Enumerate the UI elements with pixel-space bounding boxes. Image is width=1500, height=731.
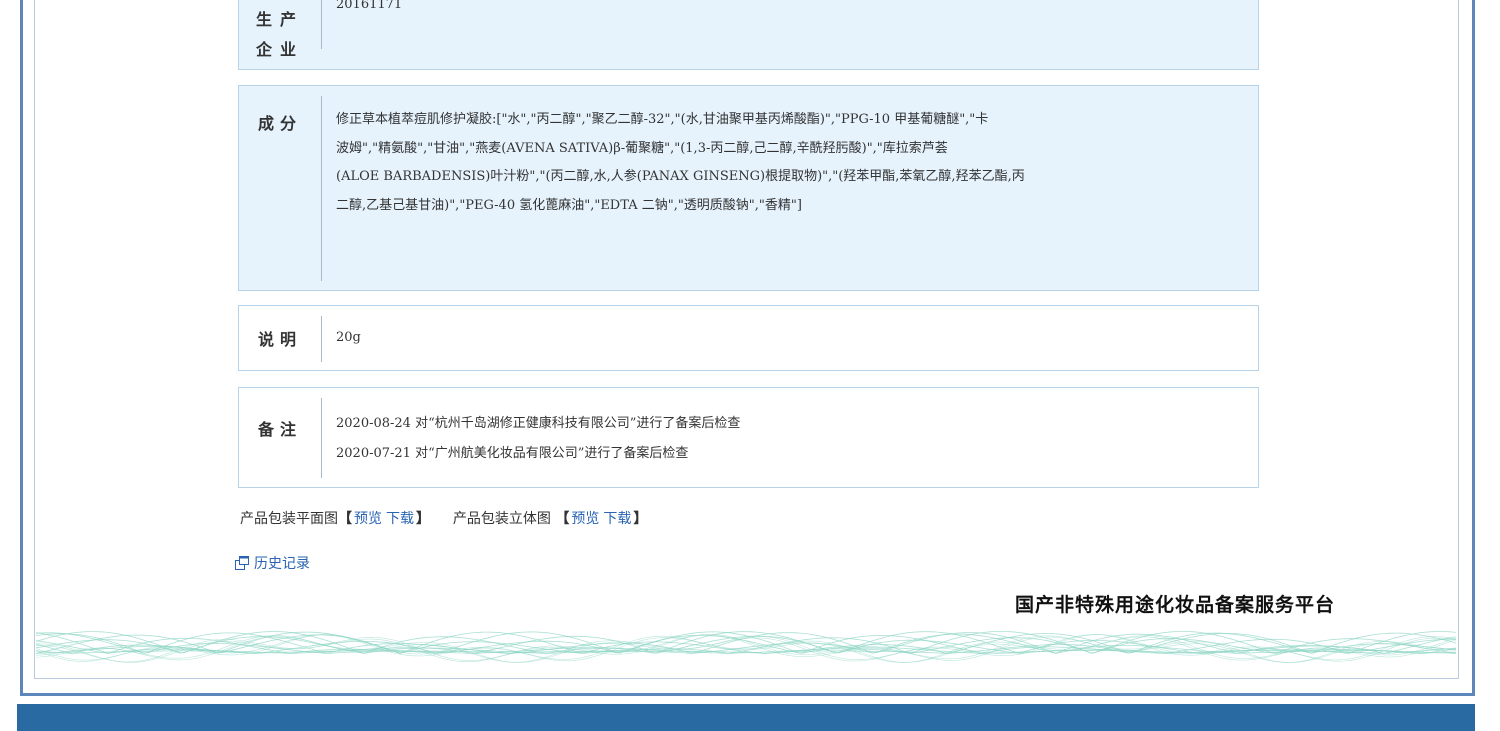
label-divider	[321, 398, 322, 478]
producer-value: 20161171	[336, 0, 403, 12]
ingredients-panel: 成分 修正草本植萃痘肌修护凝胶:["水","丙二醇","聚乙二醇-32","(水…	[238, 85, 1259, 291]
description-value: 20g	[336, 330, 361, 345]
description-label: 说明	[257, 330, 302, 349]
notes-text: 2020-08-24 对“杭州千岛湖修正健康科技有限公司”进行了备案后检查 20…	[336, 409, 1240, 469]
producer-panel: 生产 企业 20161171	[238, 0, 1259, 70]
flat-download-link[interactable]: 下载	[386, 511, 414, 527]
notes-label: 备注	[257, 420, 302, 439]
close-bracket: 】	[416, 511, 430, 527]
solid-image-label: 产品包装立体图	[452, 511, 551, 527]
history-label: 历史记录	[254, 556, 310, 572]
ingredients-text: 修正草本植萃痘肌修护凝胶:["水","丙二醇","聚乙二醇-32","(水,甘油…	[336, 106, 1240, 220]
notes-panel: 备注 2020-08-24 对“杭州千岛湖修正健康科技有限公司”进行了备案后检查…	[238, 387, 1259, 488]
label-divider	[321, 0, 322, 49]
flat-image-label: 产品包装平面图	[240, 511, 338, 527]
open-bracket: 【	[338, 511, 352, 527]
producer-label-line2: 企业	[255, 40, 304, 59]
solid-preview-link[interactable]: 预览	[571, 511, 599, 527]
guilloche-pattern	[36, 631, 1456, 663]
label-divider	[321, 96, 322, 281]
ingredients-label: 成分	[257, 114, 302, 133]
producer-label-line1: 生产	[255, 10, 304, 29]
flat-preview-link[interactable]: 预览	[354, 511, 382, 527]
open-bracket: 【	[555, 511, 570, 527]
label-divider	[321, 316, 322, 362]
popup-window-icon	[235, 556, 249, 570]
producer-label: 生产 企业	[239, 0, 321, 75]
package-image-links: 产品包装平面图【 预览 下载】 产品包装立体图 【预览 下载】	[240, 508, 647, 528]
history-link[interactable]: 历史记录	[234, 553, 310, 573]
note-line: 2020-07-21 对“广州航美化妆品有限公司”进行了备案后检查	[336, 446, 689, 461]
ingredients-line: 二醇,乙基己基甘油)","PEG-40 氢化蓖麻油","EDTA 二钠","透明…	[336, 197, 802, 213]
footer-bar	[17, 704, 1475, 731]
close-bracket: 】	[633, 511, 648, 527]
description-panel: 说明 20g	[238, 305, 1259, 371]
note-line: 2020-08-24 对“杭州千岛湖修正健康科技有限公司”进行了备案后检查	[336, 416, 741, 431]
ingredients-line: 波姆","精氨酸","甘油","燕麦(AVENA SATIVA)β-葡聚糖","…	[336, 140, 948, 156]
solid-download-link[interactable]: 下载	[603, 511, 631, 527]
ingredients-line: (ALOE BARBADENSIS)叶汁粉","(丙二醇,水,人参(PANAX …	[336, 169, 1025, 184]
ingredients-line: 修正草本植萃痘肌修护凝胶:["水","丙二醇","聚乙二醇-32","(水,甘油…	[336, 112, 989, 127]
